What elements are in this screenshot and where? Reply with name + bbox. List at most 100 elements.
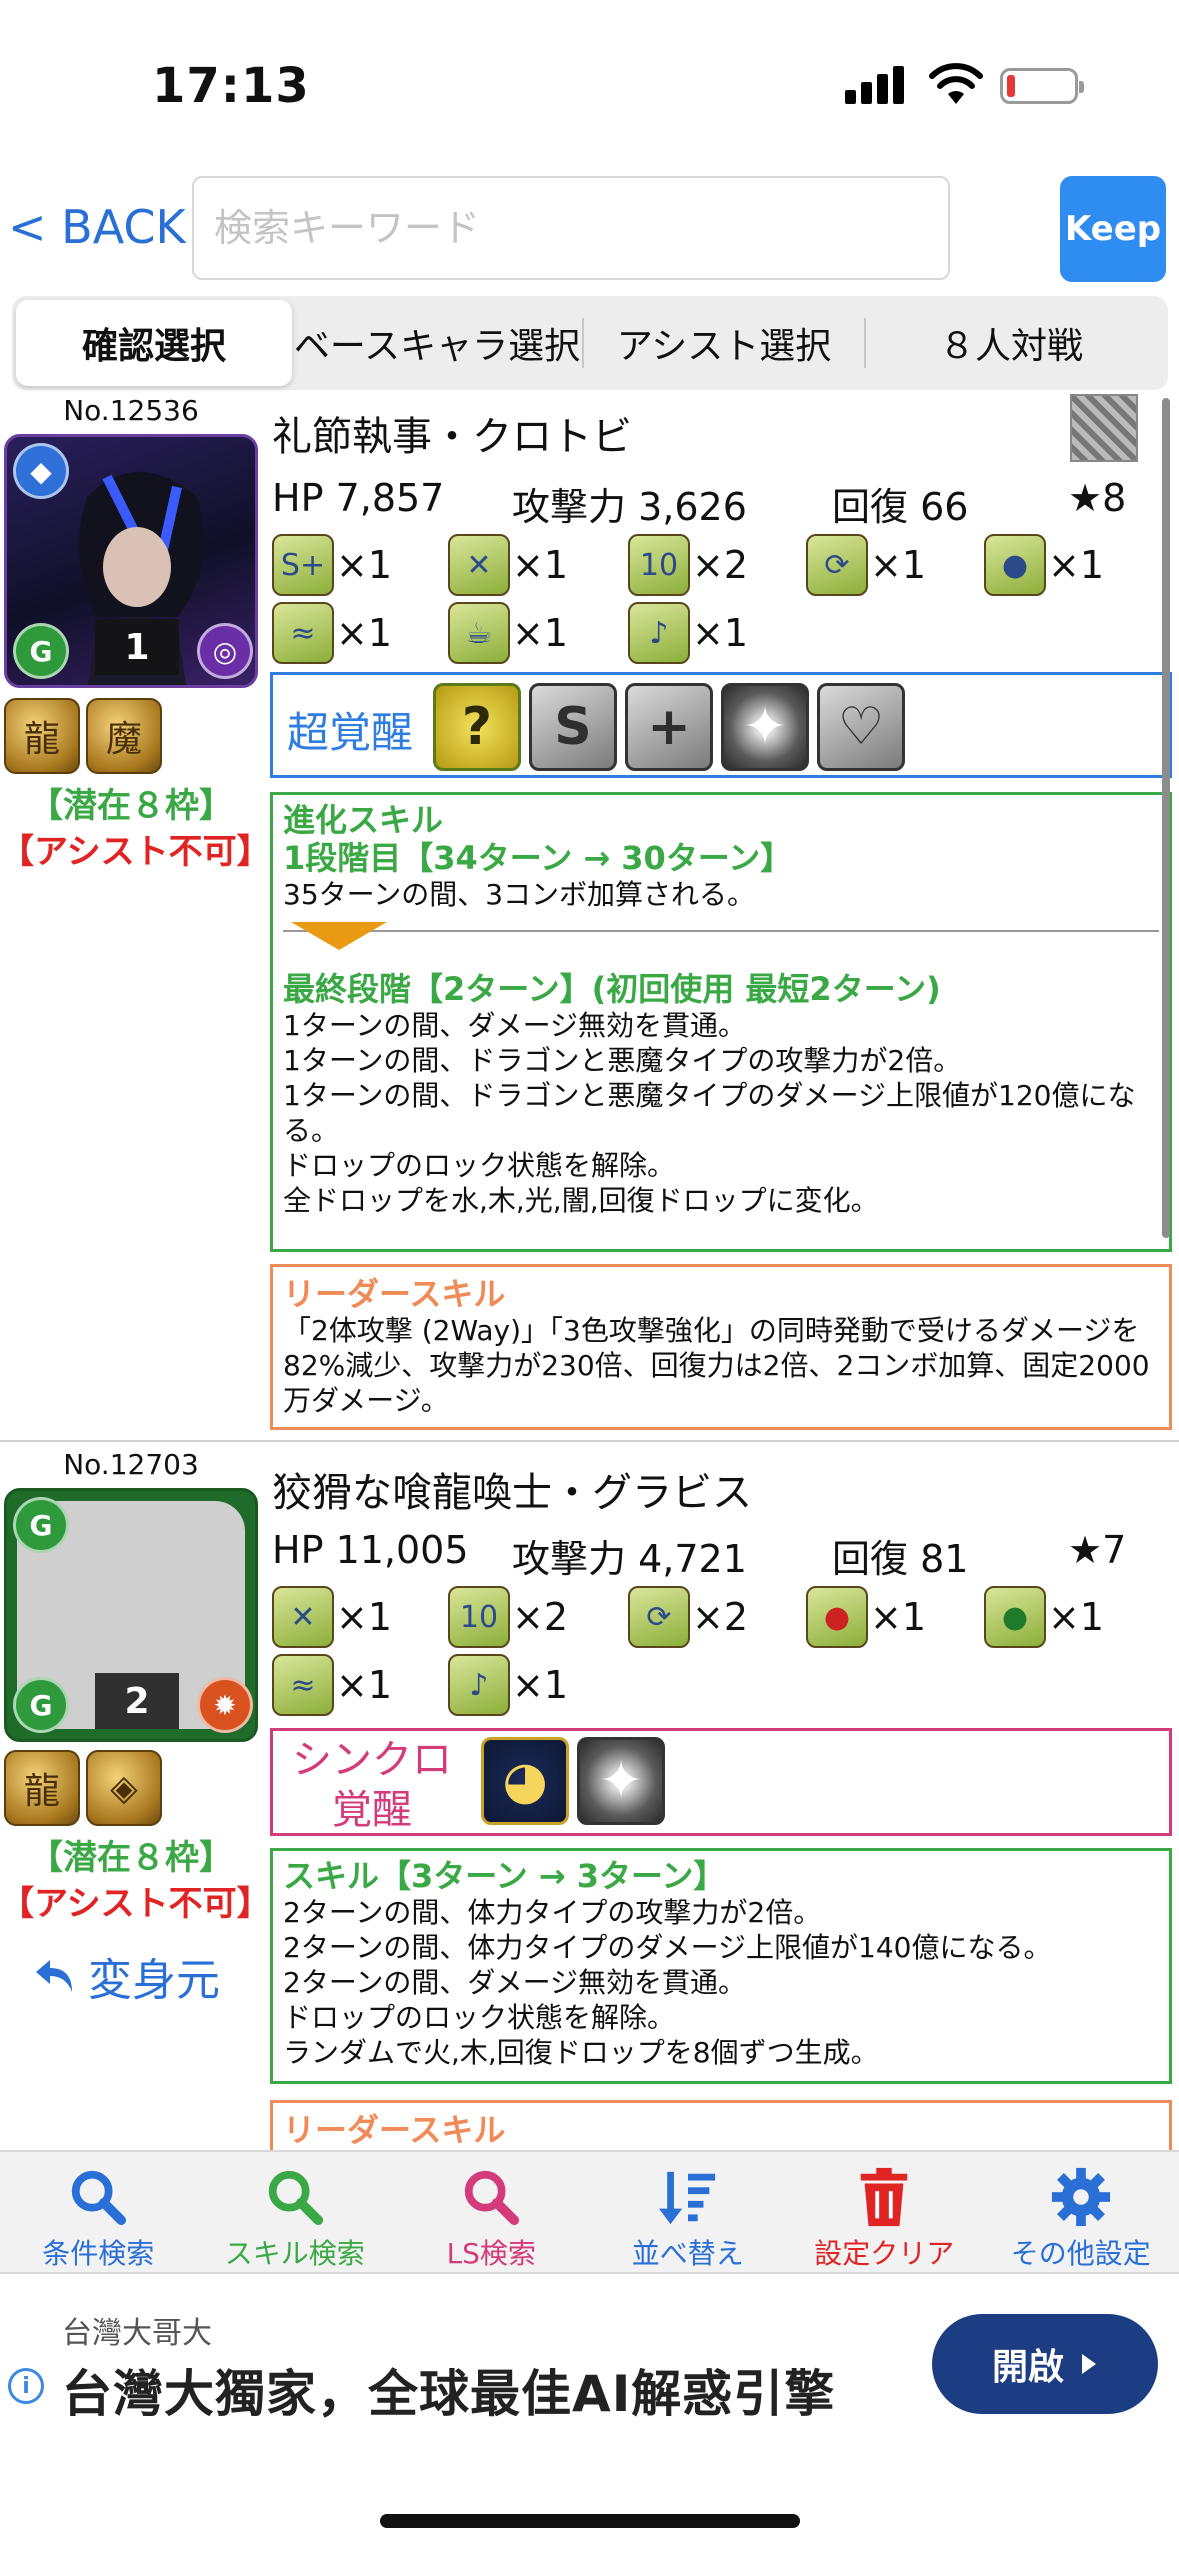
awakening-item[interactable]: ⟳ ×2 [628, 1586, 748, 1648]
awakening-item[interactable]: ≈ ×1 [272, 1654, 392, 1716]
super-awakening-label: 超覚醒 [287, 708, 414, 757]
skill-search-button[interactable]: スキル検索 [197, 2152, 394, 2272]
active-skill-box: スキル【3ターン → 3ターン】 2ターンの間、体力タイプの攻撃力が2倍。 2タ… [270, 1848, 1172, 2084]
keep-button[interactable]: Keep [1060, 176, 1166, 282]
wood-type-icon: G [13, 1677, 69, 1733]
awakening-item[interactable]: ● ×1 [806, 1586, 926, 1648]
slot-number-badge: 1 [95, 619, 179, 675]
leader-skill-search-button[interactable]: LS検索 [393, 2152, 590, 2272]
monster-name: 狡猾な喰龍喚士・グラビス [272, 1470, 752, 1516]
awakening-item[interactable]: ≈ ×1 [272, 602, 392, 664]
condition-search-button[interactable]: 条件検索 [0, 2152, 197, 2272]
skill-heading: スキル【3ターン → 3ターン】 [283, 1857, 726, 1895]
skill-divider [283, 918, 1159, 960]
awakening-item[interactable]: 10 ×2 [448, 1586, 568, 1648]
hp-stat: HP 11,005 [272, 1528, 469, 1572]
other-settings-button[interactable]: その他設定 [983, 2152, 1179, 2272]
ad-advertiser: 台灣大哥大 [62, 2316, 212, 2351]
tea-icon: ☕ [448, 602, 510, 664]
hp-stat: HP 7,857 [272, 476, 445, 520]
wood-type-icon: G [13, 623, 69, 679]
awakening-item[interactable]: ♪ ×1 [448, 1654, 568, 1716]
water-attribute-icon: ◆ [13, 443, 69, 499]
sort-button[interactable]: 並べ替え [590, 2152, 787, 2272]
search-field[interactable] [192, 176, 950, 280]
active-skill-box: 進化スキル 1段階目【34ターン → 30ターン】 35ターンの間、3コンボ加算… [270, 792, 1172, 1252]
extend-time-super-icon[interactable]: + [625, 683, 713, 771]
awakening-item[interactable]: 10 ×2 [628, 534, 748, 596]
awakening-item[interactable]: ☕ ×1 [448, 602, 568, 664]
monster-portrait[interactable]: ◆ G ◎ 1 [4, 434, 258, 688]
ad-headline: 台灣大獨家，全球最佳AI解惑引擎 [62, 2365, 836, 2423]
slot-number-badge: 2 [95, 1673, 179, 1729]
skill-line: 1ターンの間、ドラゴンと悪魔タイプのダメージ上限値が120億になる。 [283, 1079, 1136, 1147]
home-indicator[interactable] [380, 2514, 800, 2528]
awakening-item[interactable]: ✕ ×1 [272, 1586, 392, 1648]
skill-line: 2ターンの間、体力タイプのダメージ上限値が140億になる。 [283, 1931, 1052, 1964]
undo-arrow-icon [36, 1960, 72, 1992]
transform-origin-label: 変身元 [88, 1955, 220, 2006]
tab-confirm-select[interactable]: 確認選択 [16, 300, 292, 386]
cellular-signal-icon [845, 64, 907, 104]
awakening-item[interactable]: ● ×1 [984, 1586, 1104, 1648]
wood-attribute-icon: G [13, 1497, 69, 1553]
evolution-thumbnail-icon[interactable] [1070, 394, 1138, 462]
awakening-item[interactable]: ● ×1 [984, 534, 1104, 596]
resist-bind-icon: ✕ [448, 534, 510, 596]
awakening-item[interactable]: ♪ ×1 [628, 602, 748, 664]
ad-banner[interactable]: i 台灣大哥大 台灣大獨家，全球最佳AI解惑引擎 開啟 [0, 2278, 1179, 2468]
void-penetration-icon[interactable]: ✦ [577, 1737, 665, 1825]
search-icon [268, 2170, 323, 2226]
status-bar: 17:13 [0, 0, 1179, 170]
monster-portrait[interactable]: G G ✹ 2 [4, 1488, 258, 1742]
clear-settings-button[interactable]: 設定クリア [786, 2152, 983, 2272]
search-icon [72, 2170, 127, 2226]
tab-base-select[interactable]: ベースキャラ選択 [292, 300, 582, 386]
hp-plus-super-icon[interactable]: ♡ [817, 683, 905, 771]
unknown-super-awakening-icon[interactable]: ? [433, 683, 521, 771]
sync-awakening-label: シンクロ 覚醒 [292, 1737, 452, 1833]
void-penetration-super-icon[interactable]: ✦ [721, 683, 809, 771]
skill-line: 2ターンの間、ダメージ無効を貫通。 [283, 1966, 747, 1999]
dark-attribute-icon: ◎ [197, 623, 253, 679]
monster-entry[interactable]: No.12536 ◆ G ◎ 1 龍 魔 【潜在８枠】 【アシスト不可】 礼節執… [0, 390, 1179, 1436]
sound-icon: ♪ [628, 602, 690, 664]
leader-skill-box: リーダースキル 「2体攻撃 (2Way)」「3色攻撃強化」の同時発動で受けるダメ… [270, 1264, 1172, 1430]
monster-entry[interactable]: No.12703 G G ✹ 2 龍 ◈ 【潜在８枠】 【アシスト不可】 変身元… [0, 1446, 1179, 2180]
skill-boost-super-icon[interactable]: S [529, 683, 617, 771]
awakening-item[interactable]: ⟳ ×1 [806, 534, 926, 596]
enhanced-combo-icon: 10 [448, 1586, 510, 1648]
skill-line: 1ターンの間、ドラゴンと悪魔タイプの攻撃力が2倍。 [283, 1044, 962, 1077]
search-input[interactable] [194, 178, 948, 278]
extend-time-icon: ⟳ [806, 534, 868, 596]
ad-open-button[interactable]: 開啟 [932, 2314, 1158, 2414]
skill-boost-icon: S+ [272, 534, 334, 596]
awakening-item[interactable]: S+ ×1 [272, 534, 392, 596]
status-time: 17:13 [152, 58, 310, 114]
physical-killer-latent-icon: ◈ [86, 1750, 162, 1826]
awakening-item[interactable]: ✕ ×1 [448, 534, 568, 596]
battery-icon [1000, 68, 1084, 104]
chevron-down-icon[interactable] [291, 922, 387, 950]
tab-assist-select[interactable]: アシスト選択 [584, 300, 864, 386]
dragon-killer-latent-icon: 龍 [4, 1750, 80, 1826]
skill-heading: 進化スキル [283, 801, 444, 839]
back-button[interactable]: < BACK [8, 200, 186, 254]
sync-awakening-box: シンクロ 覚醒 ◕ ✦ [270, 1728, 1172, 1836]
tab-8p-battle[interactable]: ８人対戦 [866, 300, 1156, 386]
latent-slots-text: 【潜在８枠】 [29, 1838, 233, 1878]
atk-stat: 攻撃力 3,626 [512, 485, 747, 529]
scrollbar[interactable] [1162, 398, 1170, 1238]
super-awakening-icons: ? S + ✦ ♡ [433, 683, 905, 771]
chick-icon[interactable]: ◕ [481, 1737, 569, 1825]
sort-icon [658, 2171, 715, 2225]
enhanced-combo-icon: 10 [628, 534, 690, 596]
atk-stat: 攻撃力 4,721 [512, 1537, 747, 1581]
ad-open-label: 開啟 [991, 2347, 1064, 2388]
info-icon[interactable]: i [8, 2368, 44, 2404]
latent-awakenings: 龍 ◈ [4, 1750, 162, 1826]
fire-attribute-icon: ✹ [197, 1677, 253, 1733]
enhanced-fire-orbs-icon: ● [806, 1586, 868, 1648]
dragon-killer-latent-icon: 龍 [4, 698, 80, 774]
transform-origin-link[interactable]: 変身元 [32, 1944, 220, 2008]
